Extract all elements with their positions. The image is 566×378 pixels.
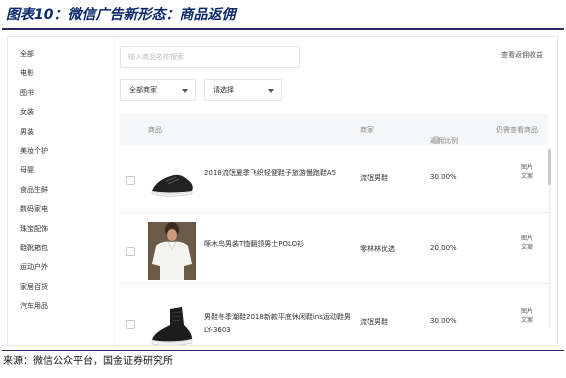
category-filter-select[interactable]: 请选择 [204, 79, 282, 101]
detail-link[interactable]: 图片 文案 [520, 163, 534, 181]
sidebar-item-auto[interactable]: 汽车用品 [16, 297, 86, 316]
header-view: 仍需查看商品 [496, 126, 538, 134]
product-image-black-high-top-sneaker[interactable] [148, 295, 196, 345]
detail-link[interactable]: 图片 文案 [520, 307, 534, 325]
header-shop: 商家 [360, 126, 374, 134]
category-sidebar: 全部 电影 图书 女装 男装 美妆个护 母婴 食品生鲜 数码家电 珠宝配饰 鞋靴… [16, 45, 86, 316]
table-row: 啄木鸟男装T恤翻领男士POLO衫 零林林优选 20.00% 图片 文案 [120, 220, 548, 284]
table-row: 2018流氓夏季飞织轻便鞋子旅游慢跑鞋A5 流氓男鞋 30.00% 图片 文案 [120, 149, 548, 213]
sidebar-item-jewelry[interactable]: 珠宝配饰 [16, 220, 86, 239]
header-product: 商品 [148, 126, 162, 134]
sidebar-item-food[interactable]: 食品生鲜 [16, 181, 86, 200]
product-name-link[interactable]: 男鞋冬季潮鞋2018新款平底休闲鞋ins运动鞋男LY-3603 [204, 311, 354, 337]
sidebar-item-baby[interactable]: 母婴 [16, 161, 86, 180]
category-filter-value: 请选择 [213, 86, 234, 94]
sidebar-item-movies[interactable]: 电影 [16, 64, 86, 83]
scrollbar-thumb[interactable] [548, 149, 551, 185]
sidebar-item-mens-clothing[interactable]: 男装 [16, 123, 86, 142]
table-header: 商品 商家 返佣比例? 仍需查看商品 [120, 114, 548, 146]
search-input[interactable] [120, 46, 300, 68]
shop-name: 流氓男鞋 [360, 318, 388, 326]
sidebar-item-books[interactable]: 图书 [16, 84, 86, 103]
commission-rate: 30.00% [430, 173, 457, 181]
chevron-down-icon [268, 89, 274, 93]
product-image-white-polo-shirt[interactable] [148, 222, 196, 280]
chevron-down-icon [182, 89, 188, 93]
sidebar-divider [114, 37, 115, 345]
shop-filter-value: 全部商家 [129, 86, 157, 94]
shop-filter-select[interactable]: 全部商家 [120, 79, 196, 101]
sidebar-item-sports[interactable]: 运动户外 [16, 258, 86, 277]
product-name-link[interactable]: 2018流氓夏季飞织轻便鞋子旅游慢跑鞋A5 [204, 167, 354, 180]
sidebar-item-womens-clothing[interactable]: 女装 [16, 103, 86, 122]
shop-name: 零林林优选 [360, 245, 395, 253]
sidebar-item-shoes-bags[interactable]: 鞋靴箱包 [16, 239, 86, 258]
row-checkbox[interactable] [126, 176, 135, 185]
row-checkbox[interactable] [126, 320, 135, 329]
product-image-black-sneaker[interactable] [148, 151, 196, 209]
figure-title: 图表10：微信广告新形态：商品返佣 [2, 2, 564, 30]
view-commission-link[interactable]: 查看返佣收益 [501, 50, 543, 60]
shop-name: 流氓男鞋 [360, 174, 388, 182]
product-commission-panel: 全部 电影 图书 女装 男装 美妆个护 母婴 食品生鲜 数码家电 珠宝配饰 鞋靴… [7, 36, 558, 346]
sidebar-item-beauty[interactable]: 美妆个护 [16, 142, 86, 161]
product-name-link[interactable]: 啄木鸟男装T恤翻领男士POLO衫 [204, 238, 354, 251]
row-checkbox[interactable] [126, 247, 135, 256]
detail-link[interactable]: 图片 文案 [520, 234, 534, 252]
commission-rate: 20.00% [430, 244, 457, 252]
help-icon[interactable]: ? [432, 136, 440, 144]
sidebar-item-home[interactable]: 家居百货 [16, 278, 86, 297]
table-row: 男鞋冬季潮鞋2018新款平底休闲鞋ins运动鞋男LY-3603 流氓男鞋 30.… [120, 293, 548, 345]
sidebar-item-all[interactable]: 全部 [16, 45, 86, 64]
figure-source: 来源：微信公众平台，国金证券研究所 [2, 350, 564, 376]
sidebar-item-electronics[interactable]: 数码家电 [16, 200, 86, 219]
commission-rate: 30.00% [430, 317, 457, 325]
